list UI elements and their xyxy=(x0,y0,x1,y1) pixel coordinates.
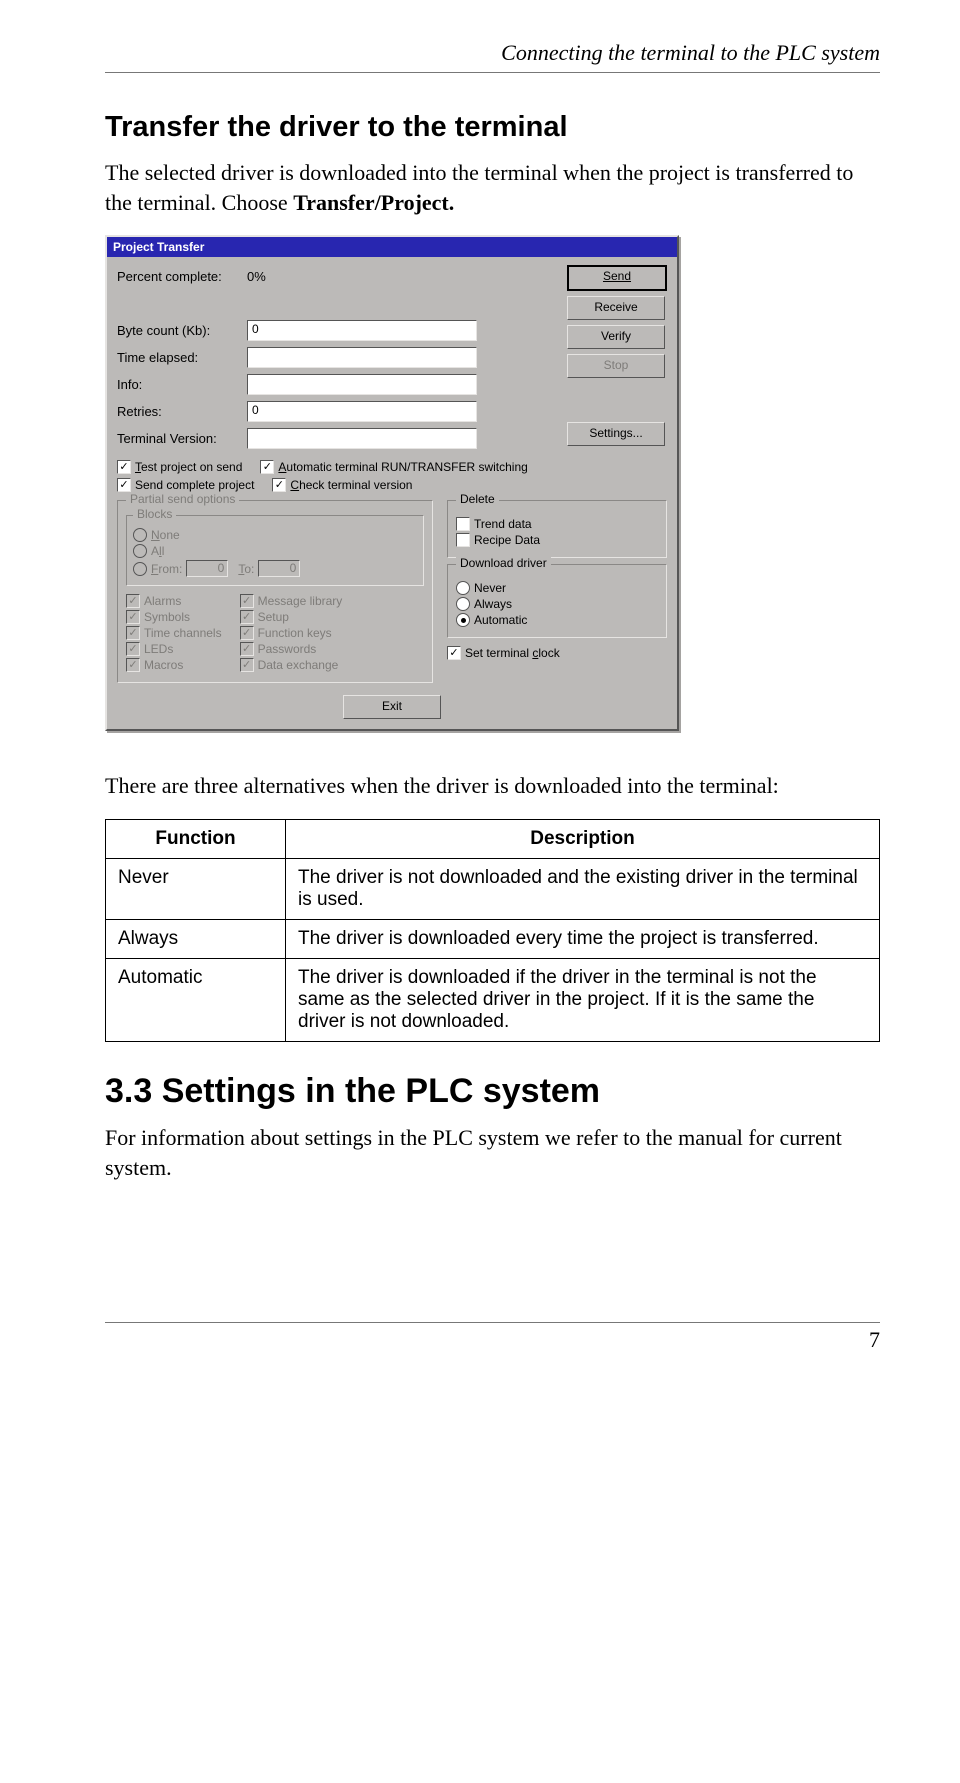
project-transfer-dialog: Project Transfer Percent complete: 0% By… xyxy=(105,235,679,731)
retries-label: Retries: xyxy=(117,404,247,419)
section-title: Transfer the driver to the terminal xyxy=(105,111,880,144)
stop-label: Stop xyxy=(604,358,629,372)
download-legend: Download driver xyxy=(456,556,551,570)
recipe-data-checkbox[interactable]: Recipe Data xyxy=(456,533,658,547)
blocks-from-radio[interactable]: From: 0 To: 0 xyxy=(133,560,417,577)
blocks-none-radio[interactable]: None xyxy=(133,528,417,542)
send-label: Send xyxy=(603,269,631,283)
delete-fieldset: Delete Trend data Recipe Data xyxy=(447,500,667,558)
set-terminal-clock-checkbox[interactable]: ✓Set terminal clock xyxy=(447,646,667,660)
to-field[interactable]: 0 xyxy=(258,560,300,577)
retries-field[interactable]: 0 xyxy=(247,401,477,422)
receive-label: Receive xyxy=(594,300,637,314)
download-always-radio[interactable]: Always xyxy=(456,597,658,611)
table-row: Automatic The driver is downloaded if th… xyxy=(106,959,880,1042)
send-complete-checkbox[interactable]: ✓Send complete project xyxy=(117,478,254,492)
fkeys-checkbox[interactable]: ✓Function keys xyxy=(240,626,343,640)
download-automatic-radio[interactable]: Automatic xyxy=(456,613,658,627)
info-label: Info: xyxy=(117,377,247,392)
download-driver-fieldset: Download driver Never Always Automatic xyxy=(447,564,667,638)
settings-label: Settings... xyxy=(589,426,642,440)
verify-label: Verify xyxy=(601,329,631,343)
msglib-checkbox[interactable]: ✓Message library xyxy=(240,594,343,608)
cell-desc: The driver is downloaded if the driver i… xyxy=(286,959,880,1042)
symbols-checkbox[interactable]: ✓Symbols xyxy=(126,610,222,624)
partial-legend: Partial send options xyxy=(126,492,239,506)
cell-desc: The driver is downloaded every time the … xyxy=(286,920,880,959)
passwords-checkbox[interactable]: ✓Passwords xyxy=(240,642,343,656)
page-number: 7 xyxy=(869,1327,880,1353)
table-row: Never The driver is not downloaded and t… xyxy=(106,859,880,920)
leds-checkbox[interactable]: ✓LEDs xyxy=(126,642,222,656)
setup-checkbox[interactable]: ✓Setup xyxy=(240,610,343,624)
running-head: Connecting the terminal to the PLC syste… xyxy=(105,40,880,73)
dataexchange-checkbox[interactable]: ✓Data exchange xyxy=(240,658,343,672)
blocks-legend: Blocks xyxy=(133,507,176,521)
termver-field[interactable] xyxy=(247,428,477,449)
percent-label: Percent complete: xyxy=(117,269,247,284)
table-row: Always The driver is downloaded every ti… xyxy=(106,920,880,959)
exit-button[interactable]: Exit xyxy=(343,695,441,719)
bytecount-field[interactable]: 0 xyxy=(247,320,477,341)
trend-data-checkbox[interactable]: Trend data xyxy=(456,517,658,531)
test-on-send-checkbox[interactable]: ✓TTest project on sendest project on sen… xyxy=(117,460,242,474)
percent-value: 0% xyxy=(247,269,266,284)
from-field[interactable]: 0 xyxy=(186,560,228,577)
alarms-checkbox[interactable]: ✓Alarms xyxy=(126,594,222,608)
blocks-group: Blocks None All From: 0 To: 0 xyxy=(126,515,424,586)
settings-button[interactable]: Settings... xyxy=(567,422,665,446)
receive-button[interactable]: Receive xyxy=(567,296,665,320)
alternatives-table: Function Description Never The driver is… xyxy=(105,819,880,1042)
verify-button[interactable]: Verify xyxy=(567,325,665,349)
cell-fn: Always xyxy=(106,920,286,959)
section-para-1: The selected driver is downloaded into t… xyxy=(105,158,880,217)
para-1b: Transfer/Project. xyxy=(293,190,454,215)
check-version-checkbox[interactable]: ✓Check terminal version xyxy=(272,478,412,492)
cell-fn: Never xyxy=(106,859,286,920)
cell-desc: The driver is not downloaded and the exi… xyxy=(286,859,880,920)
info-field[interactable] xyxy=(247,374,477,395)
th-function: Function xyxy=(106,820,286,859)
stop-button[interactable]: Stop xyxy=(567,354,665,378)
bytecount-label: Byte count (Kb): xyxy=(117,323,247,338)
timeelapsed-field[interactable] xyxy=(247,347,477,368)
para-1a: The selected driver is downloaded into t… xyxy=(105,160,853,215)
th-description: Description xyxy=(286,820,880,859)
send-button[interactable]: Send xyxy=(567,265,667,291)
dialog-titlebar[interactable]: Project Transfer xyxy=(107,237,677,257)
partial-send-fieldset: Partial send options Blocks None All Fro… xyxy=(117,500,433,683)
blocks-all-radio[interactable]: All xyxy=(133,544,417,558)
delete-legend: Delete xyxy=(456,492,499,506)
auto-switching-checkbox[interactable]: ✓Automatic terminal RUN/TRANSFER switchi… xyxy=(260,460,527,474)
download-never-radio[interactable]: Never xyxy=(456,581,658,595)
section-para-2: There are three alternatives when the dr… xyxy=(105,771,880,801)
para-3-3: For information about settings in the PL… xyxy=(105,1123,880,1182)
cell-fn: Automatic xyxy=(106,959,286,1042)
termver-label: Terminal Version: xyxy=(117,431,247,446)
timeelapsed-label: Time elapsed: xyxy=(117,350,247,365)
heading-3-3: 3.3 Settings in the PLC system xyxy=(105,1072,880,1111)
macros-checkbox[interactable]: ✓Macros xyxy=(126,658,222,672)
timechannels-checkbox[interactable]: ✓Time channels xyxy=(126,626,222,640)
